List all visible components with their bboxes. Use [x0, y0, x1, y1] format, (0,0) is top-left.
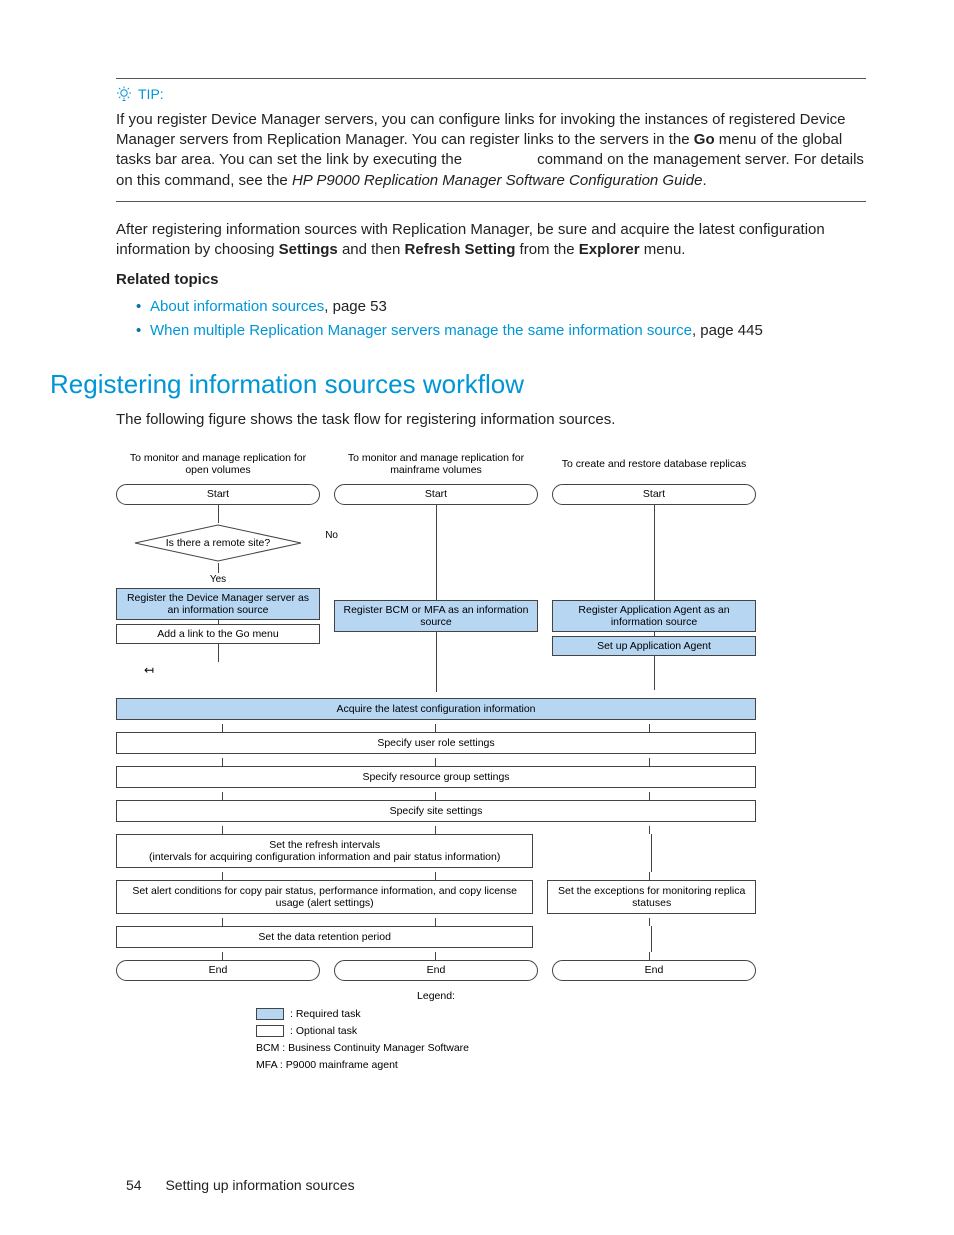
workflow-diagram: To monitor and manage replication for op…: [116, 444, 756, 1072]
col-header: To monitor and manage replication for op…: [116, 444, 320, 484]
paragraph-after-tip: After registering information sources wi…: [116, 220, 866, 261]
start-node: Start: [334, 484, 538, 504]
tip-body: If you register Device Manager servers, …: [116, 110, 866, 191]
legend: Legend: : Required task : Optional task …: [256, 989, 616, 1073]
related-topics-list: About information sources, page 53 When …: [136, 297, 866, 342]
step-register-bcm: Register BCM or MFA as an information so…: [334, 600, 538, 632]
end-node: End: [552, 960, 756, 980]
tip-header: TIP:: [116, 85, 866, 104]
step-register-dm: Register the Device Manager server as an…: [116, 588, 320, 620]
col-header: To monitor and manage replication for ma…: [334, 444, 538, 484]
step-retention: Set the data retention period: [116, 926, 533, 948]
related-topics-heading: Related topics: [116, 270, 866, 290]
legend-title: Legend:: [256, 989, 616, 1003]
end-node: End: [334, 960, 538, 980]
step-setup-agent: Set up Application Agent: [552, 636, 756, 656]
label-no: No: [325, 529, 338, 543]
swatch-optional: [256, 1025, 284, 1037]
col-database: To create and restore database replicas …: [552, 444, 756, 691]
end-node: End: [116, 960, 320, 980]
col-mainframe: To monitor and manage replication for ma…: [334, 444, 538, 691]
step-alert-conditions: Set alert conditions for copy pair statu…: [116, 880, 533, 914]
decision-label: Is there a remote site?: [116, 523, 320, 563]
tip-label: TIP:: [138, 85, 164, 104]
step-acquire-config: Acquire the latest configuration informa…: [116, 698, 756, 720]
step-register-agent: Register Application Agent as an informa…: [552, 600, 756, 632]
start-node: Start: [116, 484, 320, 504]
label-yes: Yes: [210, 573, 226, 587]
link-about-sources[interactable]: About information sources: [150, 298, 324, 315]
tip-callout: TIP: If you register Device Manager serv…: [116, 78, 866, 202]
step-refresh-intervals: Set the refresh intervals (intervals for…: [116, 834, 533, 868]
step-exceptions: Set the exceptions for monitoring replic…: [547, 880, 756, 914]
step-site-settings: Specify site settings: [116, 800, 756, 822]
swatch-required: [256, 1008, 284, 1020]
page-footer: 54 Setting up information sources: [126, 1176, 355, 1195]
chapter-title: Setting up information sources: [165, 1177, 354, 1193]
step-user-roles: Specify user role settings: [116, 732, 756, 754]
col-header: To create and restore database replicas: [558, 444, 750, 484]
list-item: About information sources, page 53: [136, 297, 866, 317]
step-resource-groups: Specify resource group settings: [116, 766, 756, 788]
col-open-volumes: To monitor and manage replication for op…: [116, 444, 320, 691]
link-multiple-servers[interactable]: When multiple Replication Manager server…: [150, 322, 692, 339]
section-heading: Registering information sources workflow: [50, 367, 866, 402]
start-node: Start: [552, 484, 756, 504]
list-item: When multiple Replication Manager server…: [136, 321, 866, 341]
step-add-link: Add a link to the Go menu: [116, 624, 320, 644]
loop-arrow-icon: ↤: [144, 662, 154, 678]
lightbulb-icon: [116, 86, 132, 102]
section-intro: The following figure shows the task flow…: [116, 410, 866, 430]
page-number: 54: [126, 1177, 142, 1193]
